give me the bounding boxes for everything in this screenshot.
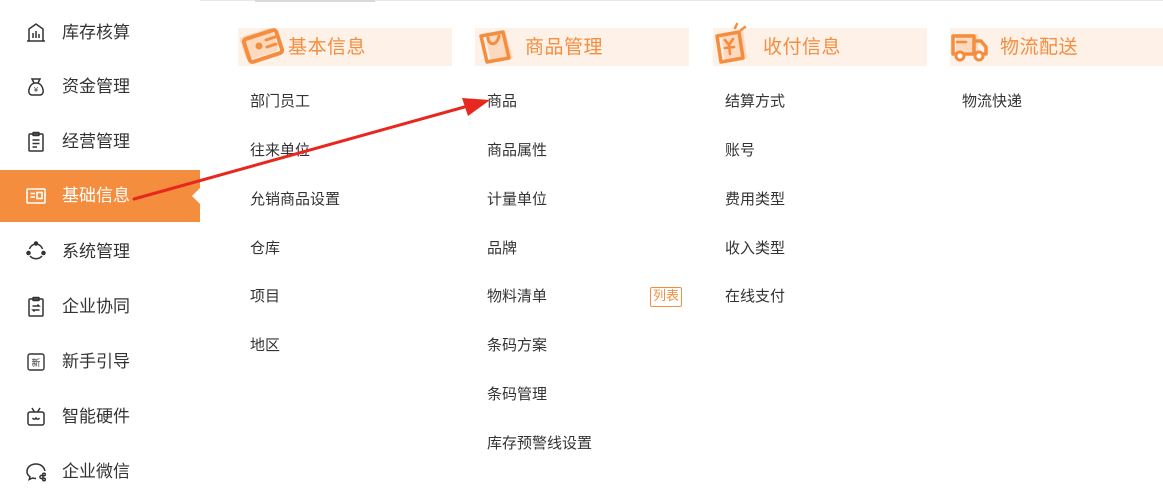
id-card-icon (24, 184, 48, 208)
menu-column-logistics: 物流配送 物流快递 (950, 28, 1163, 110)
svg-text:新: 新 (31, 357, 40, 369)
sidebar-item-system-management[interactable]: 系统管理 (0, 226, 200, 278)
menu-column-header: 收付信息 (713, 22, 927, 66)
menu-item-income-type[interactable]: 收入类型 (725, 236, 785, 260)
sidebar-item-label: 经营管理 (62, 132, 130, 152)
menu-column-payment-info: 收付信息 结算方式 账号 费用类型 收入类型 在线支付 (713, 22, 927, 305)
id-card-icon (238, 22, 290, 68)
list-tag-badge[interactable]: 列表 (650, 287, 683, 307)
sidebar-item-enterprise-collaboration[interactable]: 企业协同 (0, 281, 200, 333)
menu-item-brand[interactable]: 品牌 (487, 236, 517, 260)
menu-item-department-staff[interactable]: 部门员工 (250, 89, 310, 113)
menu-item-goods-attributes[interactable]: 商品属性 (487, 138, 547, 162)
sidebar-item-label: 库存核算 (62, 23, 130, 43)
menu-item-bill-of-materials[interactable]: 物料清单 (487, 284, 547, 308)
sidebar-item-label: 新手引导 (62, 352, 130, 372)
menu-item-expense-type[interactable]: 费用类型 (725, 187, 785, 211)
sidebar-item-label: 资金管理 (62, 77, 130, 97)
menu-column-title: 物流配送 (1000, 36, 1079, 58)
menu-item-trading-partners[interactable]: 往来单位 (250, 138, 310, 162)
receipt-icon (713, 22, 765, 68)
sidebar-item-smart-hardware[interactable]: 智能硬件 (0, 391, 200, 443)
sidebar-item-label: 系统管理 (62, 242, 130, 262)
clipboard-icon (24, 130, 48, 154)
sidebar-item-label: 企业协同 (62, 297, 130, 317)
active-indicator-caret (192, 188, 200, 204)
menu-item-warehouse[interactable]: 仓库 (250, 236, 280, 260)
menu-column-title: 收付信息 (763, 36, 842, 58)
device-icon (24, 405, 48, 429)
menu-column-title: 基本信息 (288, 36, 367, 58)
sidebar-item-label: 智能硬件 (62, 407, 130, 427)
sidebar-item-beginner-guide[interactable]: 新 新手引导 (0, 336, 200, 388)
sidebar-item-basic-info[interactable]: 基础信息 (0, 170, 200, 222)
sidebar-item-inventory-accounting[interactable]: 库存核算 (0, 7, 200, 59)
sidebar-item-fund-management[interactable]: ¥ 资金管理 (0, 61, 200, 113)
shopping-bag-icon (475, 22, 527, 68)
menu-item-online-payment[interactable]: 在线支付 (725, 284, 785, 308)
menu-item-allowed-sales-goods[interactable]: 允销商品设置 (250, 187, 340, 211)
menu-column-title: 商品管理 (525, 36, 604, 58)
menu-item-logistics-express[interactable]: 物流快递 (962, 89, 1022, 113)
menu-column-header: 基本信息 (238, 28, 452, 66)
delivery-truck-icon (950, 22, 1002, 68)
menu-column-header: 商品管理 (475, 28, 689, 66)
sidebar-item-business-management[interactable]: 经营管理 (0, 116, 200, 168)
underlying-page-edge (255, 0, 375, 3)
menu-column-basic-info: 基本信息 部门员工 往来单位 允销商品设置 仓库 项目 地区 (238, 28, 452, 354)
svg-text:¥: ¥ (34, 86, 39, 94)
menu-item-goods[interactable]: 商品 (487, 89, 517, 113)
sidebar-item-label: 基础信息 (62, 186, 130, 206)
money-bag-icon: ¥ (24, 75, 48, 99)
calculator-icon (24, 21, 48, 45)
basic-info-flyout-menu (200, 0, 1163, 490)
menu-item-measurement-unit[interactable]: 计量单位 (487, 187, 547, 211)
sidebar-item-wechat-work[interactable]: 企业微信 (0, 446, 200, 490)
new-badge-icon: 新 (24, 350, 48, 374)
menu-item-region[interactable]: 地区 (250, 333, 280, 357)
sidebar-nav: 库存核算 ¥ 资金管理 经营管理 基础信息 系统管理 企业协同 新 新手引导 智… (0, 0, 200, 490)
menu-item-settlement-method[interactable]: 结算方式 (725, 89, 785, 113)
wechat-work-icon (24, 460, 48, 484)
settings-network-icon (24, 240, 48, 264)
menu-item-stock-warning-settings[interactable]: 库存预警线设置 (487, 431, 592, 455)
menu-item-barcode-management[interactable]: 条码管理 (487, 382, 547, 406)
menu-item-barcode-scheme[interactable]: 条码方案 (487, 333, 547, 357)
sidebar-item-label: 企业微信 (62, 462, 130, 482)
menu-item-project[interactable]: 项目 (250, 284, 280, 308)
menu-column-header: 物流配送 (950, 28, 1163, 66)
menu-item-account[interactable]: 账号 (725, 138, 755, 162)
collaboration-icon (24, 295, 48, 319)
menu-column-goods-management: 商品管理 商品 商品属性 计量单位 品牌 物料清单 条码方案 条码管理 库存预警… (475, 28, 689, 452)
